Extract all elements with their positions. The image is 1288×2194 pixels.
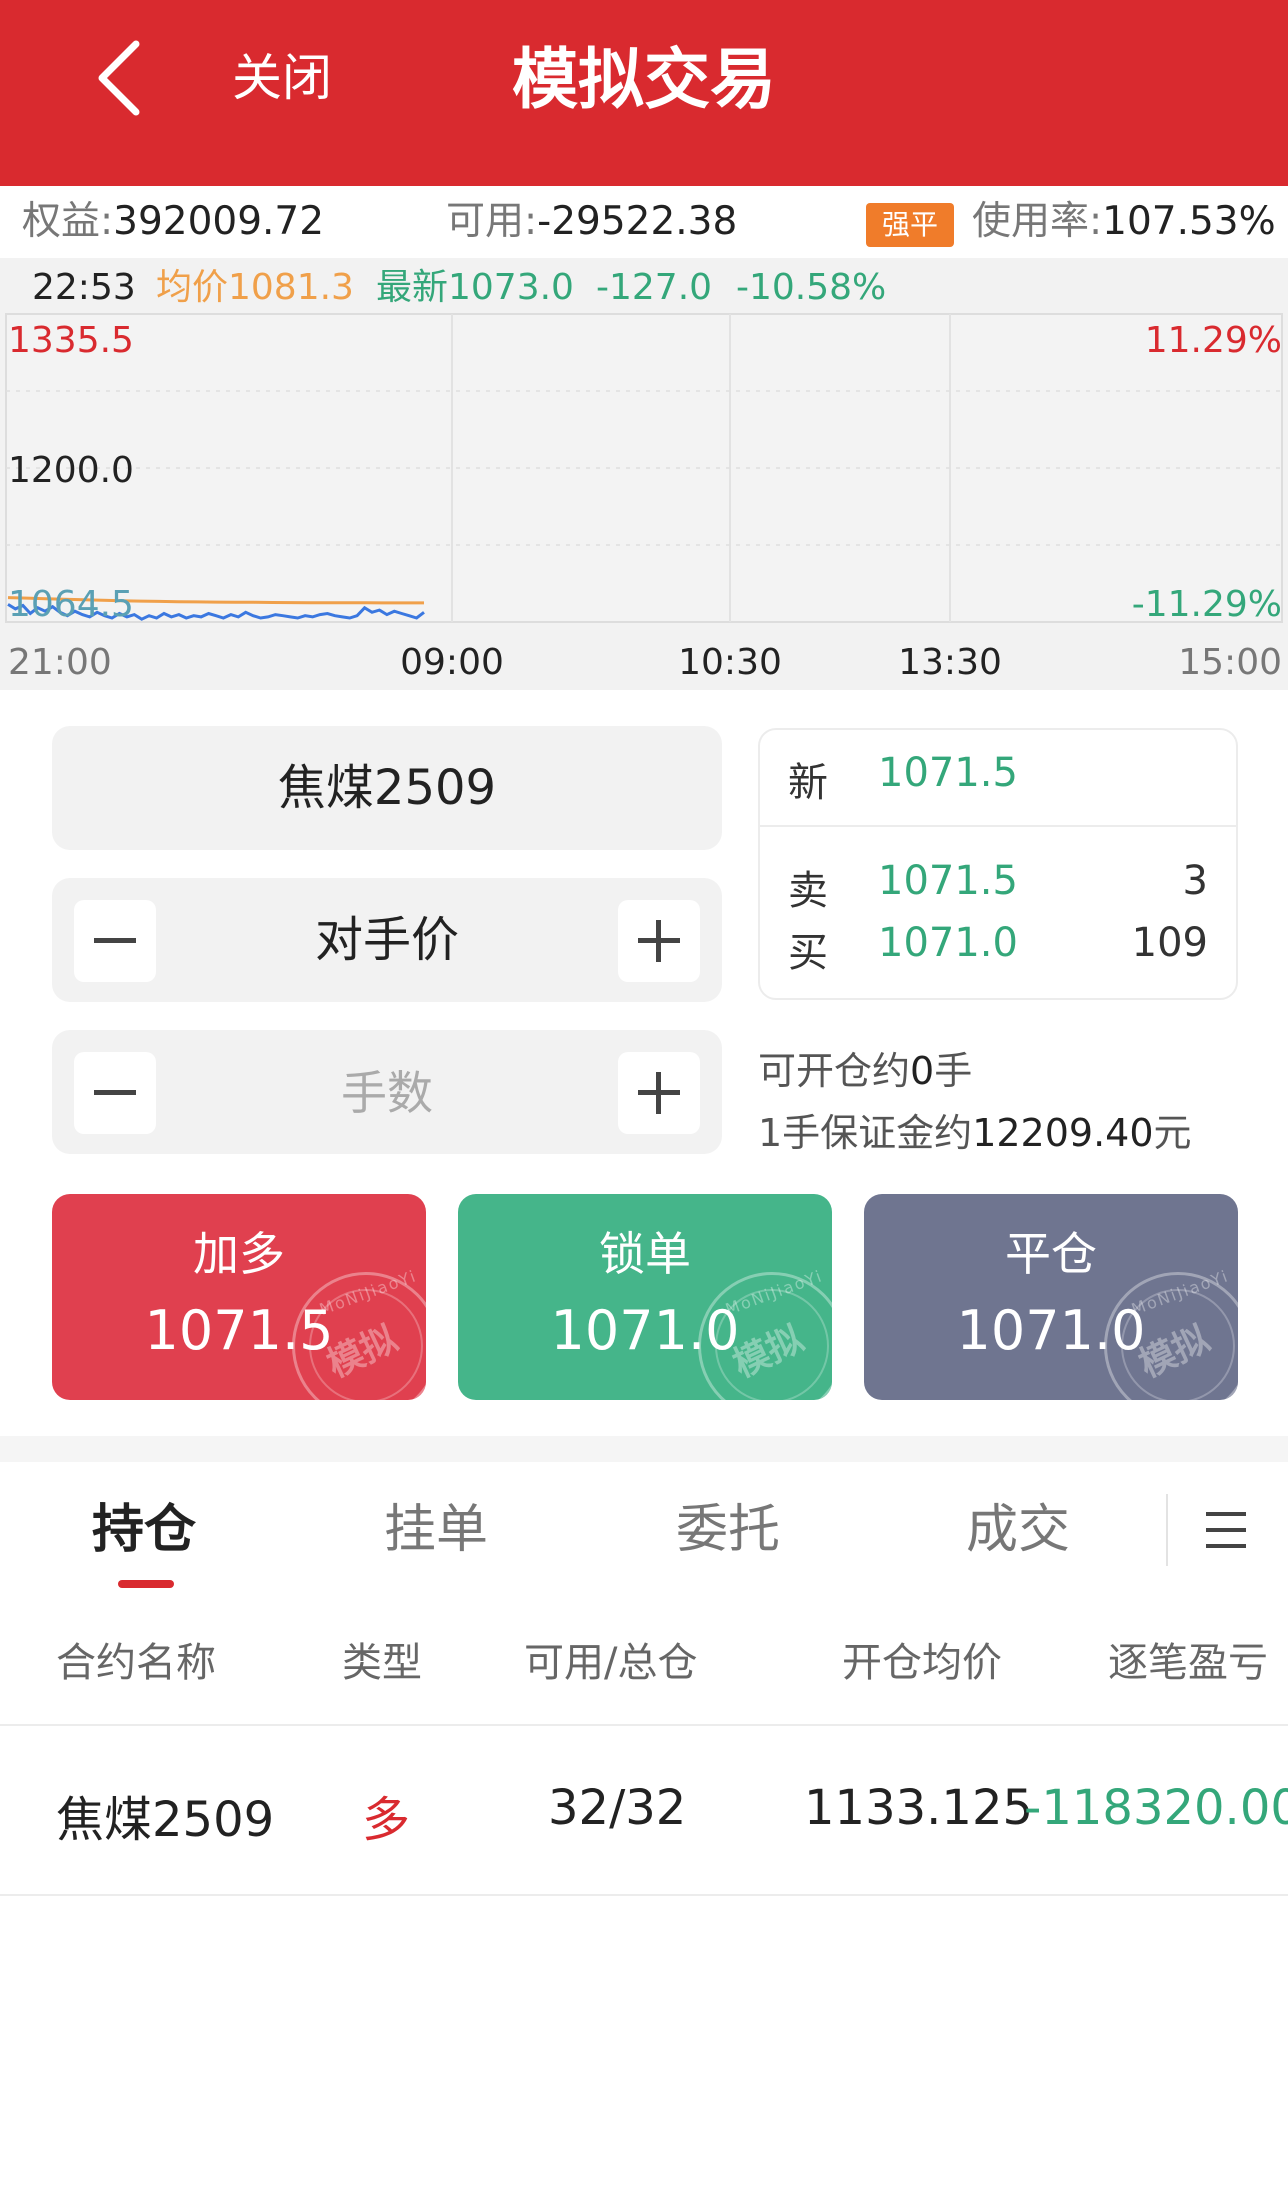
force-liquidation-badge: 强平 [866,203,954,247]
add-long-button[interactable]: MoNiJiaoYi 模拟 加多 1071.5 [52,1194,426,1400]
row-type: 多 [362,1792,411,1848]
plus-icon [656,920,661,962]
openable-value: 0 [910,1049,935,1093]
tab-positions[interactable]: 持仓 [92,1490,196,1570]
section-divider [0,1436,1288,1462]
openable-prefix: 可开仓约 [758,1049,911,1093]
table-header-divider [0,1724,1288,1726]
chart-pct-label-min: -11.29% [1132,584,1282,625]
price-mode-value[interactable]: 对手价 [172,878,602,1002]
quote-sell-price[interactable]: 1071.5 [878,858,1018,904]
chart-x-label: 10:30 [678,642,782,683]
available: 可用:-29522.38 [446,186,737,258]
equity-label: 权益: [22,199,114,244]
equity: 权益:392009.72 [22,186,324,258]
quote-buy-label: 买 [788,930,828,976]
column-header-avail-total: 可用/总仓 [524,1640,698,1686]
minus-icon [94,1090,136,1095]
row-pnl: -118320.00 [1024,1780,1288,1836]
chart-y-label-max: 1335.5 [8,320,134,361]
column-header-open-avg: 开仓均价 [842,1640,1002,1686]
header-bar: 关闭 模拟交易 [0,0,1288,186]
tab-pending-orders[interactable]: 挂单 [384,1490,488,1570]
quote-sell-volume: 3 [1182,858,1208,904]
equity-value: 392009.72 [113,199,325,244]
column-header-type: 类型 [342,1640,422,1686]
quote-new-label: 新 [788,760,828,806]
lots-plus-button[interactable] [618,1052,700,1134]
price-mode-stepper: 对手价 [52,878,722,1002]
quote-sell-label: 卖 [788,868,828,914]
available-label: 可用: [446,199,538,244]
margin-value: 12209.40 [972,1111,1154,1155]
chart-x-label: 09:00 [400,642,504,683]
column-header-contract: 合约名称 [56,1640,216,1686]
page-title: 模拟交易 [512,41,776,118]
contract-selector[interactable]: 焦煤2509 [52,726,722,850]
row-open-avg: 1133.125 [804,1780,1034,1836]
usage: 使用率:107.53% [972,186,1276,258]
margin-prefix: 1手保证金约 [758,1111,973,1155]
account-summary: 权益:392009.72 可用:-29522.38 强平 使用率:107.53% [0,186,1288,258]
quote-new-price: 1071.5 [878,750,1018,796]
chart-y-label-min: 1064.5 [8,584,134,625]
intraday-chart[interactable]: 22:53 均价1081.3 最新1073.0 -127.0 -10.58% 1… [0,258,1288,690]
close-position-label: 平仓 [1005,1227,1097,1281]
quote-panel: 新 1071.5 卖 1071.5 3 买 1071.0 109 [758,728,1238,1000]
usage-label: 使用率: [972,199,1103,244]
lots-minus-button[interactable] [74,1052,156,1134]
minus-icon [94,938,136,943]
chart-x-label: 13:30 [898,642,1002,683]
quote-buy-price[interactable]: 1071.0 [878,920,1018,966]
margin-info: 1手保证金约12209.40元 [758,1102,1192,1157]
lots-stepper [52,1030,722,1154]
quote-buy-volume: 109 [1131,920,1208,966]
tab-trades[interactable]: 成交 [966,1490,1070,1570]
chart-x-label: 15:00 [1178,642,1282,683]
chart-pct-label-max: 11.29% [1145,320,1282,361]
tab-entrusts[interactable]: 委托 [676,1490,780,1570]
chart-x-label: 21:00 [8,642,112,683]
available-value: -29522.38 [537,199,738,244]
price-minus-button[interactable] [74,900,156,982]
lots-input[interactable] [172,1052,602,1134]
chart-y-label-mid: 1200.0 [8,450,134,491]
close-position-price: 1071.0 [956,1299,1146,1362]
close-position-button[interactable]: MoNiJiaoYi 模拟 平仓 1071.0 [864,1194,1238,1400]
column-header-pnl: 逐笔盈亏 [1108,1640,1268,1686]
add-long-price: 1071.5 [144,1299,334,1362]
row-avail-total: 32/32 [548,1780,687,1836]
price-plus-button[interactable] [618,900,700,982]
openable-suffix: 手 [934,1049,973,1093]
plus-icon [656,1072,661,1114]
active-tab-indicator [118,1580,174,1588]
lock-order-button[interactable]: MoNiJiaoYi 模拟 锁单 1071.0 [458,1194,832,1400]
add-long-label: 加多 [193,1227,285,1281]
tab-separator [1166,1494,1168,1566]
menu-icon[interactable] [1206,1508,1246,1552]
quote-divider [760,825,1236,827]
table-row-divider [0,1894,1288,1896]
lock-order-price: 1071.0 [550,1299,740,1362]
usage-value: 107.53% [1102,199,1276,244]
lock-order-label: 锁单 [599,1227,691,1281]
chart-svg: 1335.5 1200.0 1064.5 11.29% -11.29% 21:00 09:0… [5,313,1283,683]
openable-lots-info: 可开仓约0手 [758,1040,972,1095]
margin-suffix: 元 [1153,1111,1192,1155]
row-contract: 焦煤2509 [56,1792,275,1848]
